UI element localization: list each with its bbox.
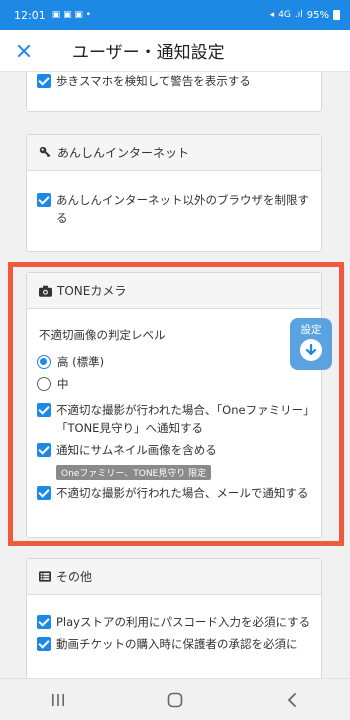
- page-title: ユーザー・通知設定: [72, 43, 225, 63]
- walking-card: 歩きスマホを検知して警告を表示する: [26, 72, 322, 112]
- arrow-down-icon: [300, 339, 322, 361]
- checkbox-checked-icon[interactable]: [37, 637, 51, 651]
- checkbox-checked-icon[interactable]: [37, 615, 51, 629]
- close-icon[interactable]: [14, 40, 36, 62]
- list-icon: [39, 571, 51, 582]
- home-icon[interactable]: [155, 685, 195, 715]
- walking-warning-label: 歩きスマホを検知して警告を表示する: [56, 74, 251, 88]
- mute-icon: ◂: [269, 10, 275, 20]
- video-ticket-label: 動画チケットの購入時に保護者の承認を必須に: [56, 637, 298, 651]
- settings-fab[interactable]: 設定: [290, 318, 332, 370]
- highlight-frame: [8, 262, 344, 546]
- playstore-passcode-checkbox[interactable]: Playストアの利用にパスコード入力を必須にする: [37, 613, 311, 631]
- network-indicator: 4G: [278, 10, 291, 20]
- restrict-browser-label: あんしんインターネット以外のブラウザを制限する: [56, 193, 309, 225]
- battery-percent: 95%: [306, 9, 329, 21]
- signal-icon: .ıl: [294, 10, 303, 20]
- settings-scroll-area[interactable]: 歩きスマホを検知して警告を表示する あんしんインターネット あんしんインターネッ…: [0, 72, 350, 678]
- other-title: その他: [56, 570, 93, 584]
- checkbox-checked-icon[interactable]: [37, 193, 51, 207]
- checkbox-checked-icon[interactable]: [37, 74, 51, 88]
- walking-warning-checkbox[interactable]: 歩きスマホを検知して警告を表示する: [37, 72, 311, 90]
- anshin-internet-card: あんしんインターネット あんしんインターネット以外のブラウザを制限する: [26, 134, 322, 252]
- back-icon[interactable]: [272, 685, 312, 715]
- system-nav-bar: [0, 678, 350, 720]
- status-bar: 12:01 ▣ ▣ ▣ • ◂ 4G .ıl 95%: [0, 0, 350, 30]
- recents-icon[interactable]: [38, 685, 78, 715]
- notification-icons: ▣ ▣ ▣ •: [51, 10, 92, 20]
- battery-icon: [333, 10, 340, 20]
- app-bar: ユーザー・通知設定: [0, 30, 350, 72]
- other-header: その他: [27, 559, 321, 595]
- key-icon: [39, 146, 52, 159]
- status-time: 12:01: [14, 8, 46, 22]
- settings-fab-label: 設定: [300, 324, 322, 336]
- restrict-browser-checkbox[interactable]: あんしんインターネット以外のブラウザを制限する: [37, 191, 311, 227]
- anshin-internet-title: あんしんインターネット: [57, 146, 190, 160]
- playstore-passcode-label: Playストアの利用にパスコード入力を必須にする: [56, 615, 311, 629]
- anshin-internet-header: あんしんインターネット: [27, 135, 321, 171]
- video-ticket-checkbox[interactable]: 動画チケットの購入時に保護者の承認を必須に: [37, 635, 311, 653]
- other-card: その他 Playストアの利用にパスコード入力を必須にする 動画チケットの購入時に…: [26, 558, 322, 678]
